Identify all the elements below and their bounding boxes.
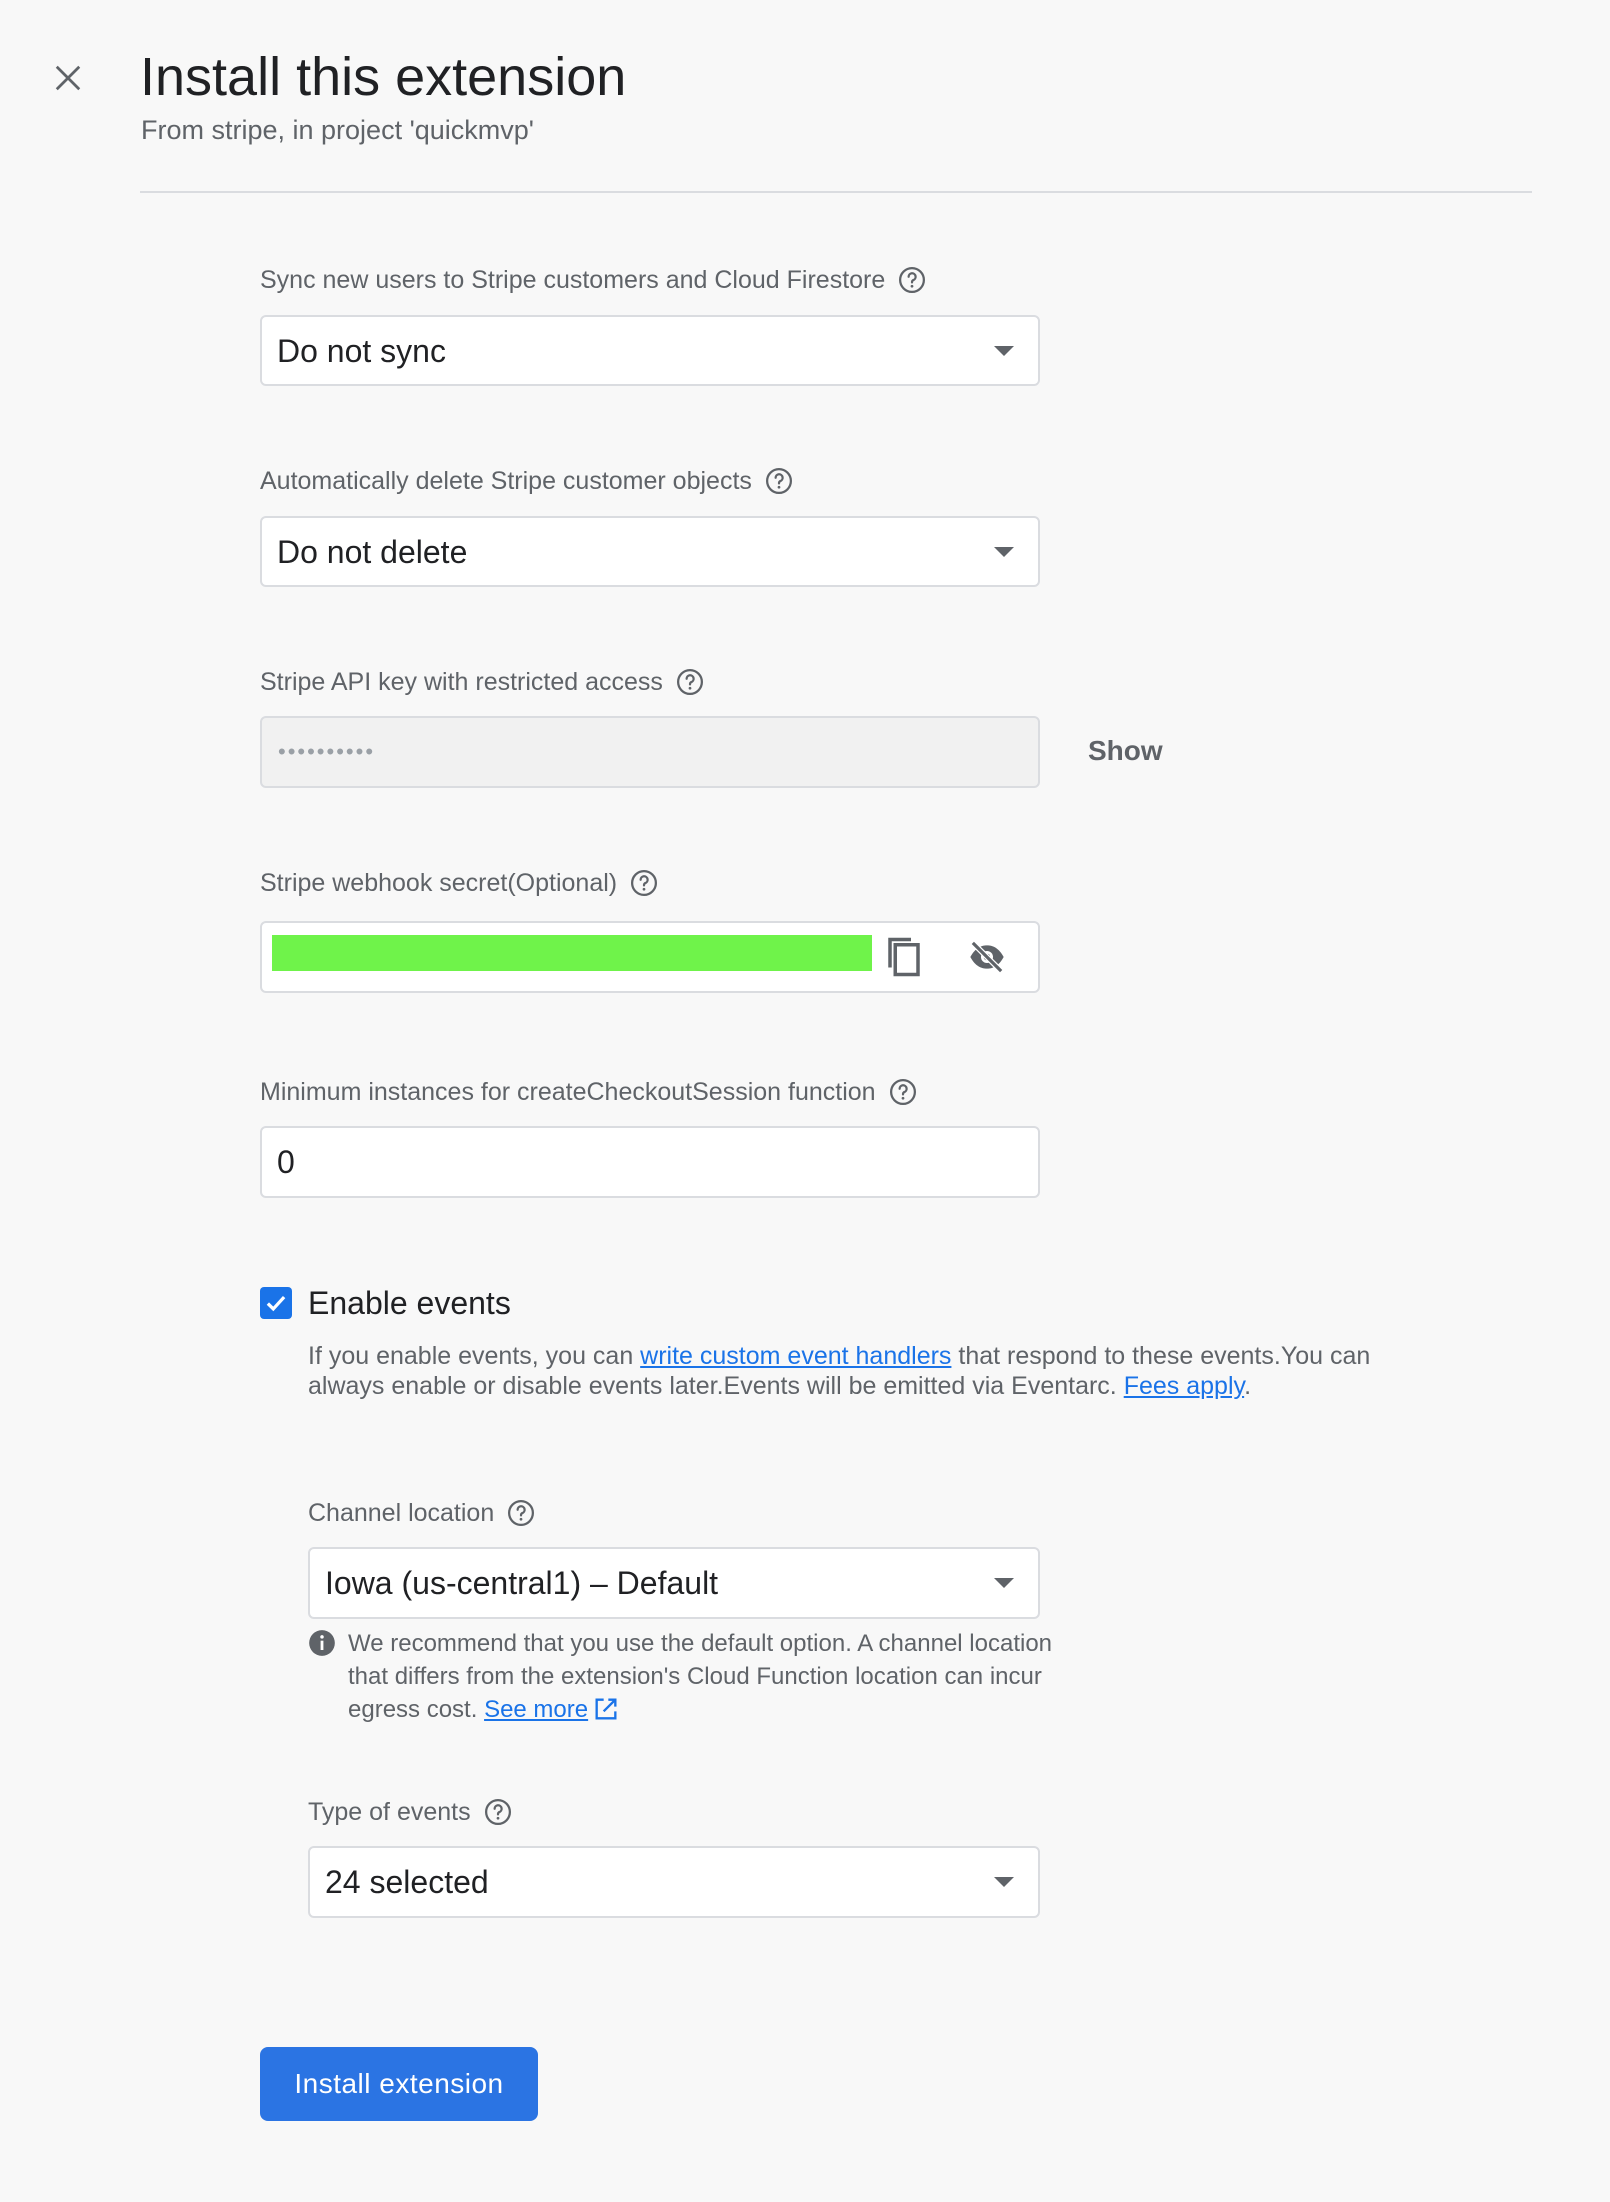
page-title: Install this extension xyxy=(140,47,627,107)
chevron-down-icon xyxy=(994,1877,1014,1887)
open-in-new-icon[interactable] xyxy=(592,1695,620,1723)
chevron-down-icon xyxy=(994,345,1014,356)
help-icon[interactable] xyxy=(483,1797,513,1827)
channel-location-hint: We recommend that you use the default op… xyxy=(308,1627,1068,1726)
sync-users-select[interactable]: Do not sync xyxy=(260,315,1040,386)
enable-events-checkbox[interactable] xyxy=(260,1287,292,1319)
close-icon xyxy=(55,65,81,91)
channel-location-hint-text: We recommend that you use the default op… xyxy=(348,1630,1053,1723)
close-button[interactable] xyxy=(46,56,90,100)
sync-users-label-text: Sync new users to Stripe customers and C… xyxy=(260,266,886,294)
copy-button[interactable] xyxy=(882,933,926,981)
fees-apply-link[interactable]: Fees apply xyxy=(1124,1372,1244,1400)
copy-icon xyxy=(888,937,920,977)
help-icon[interactable] xyxy=(764,466,794,496)
delete-customers-value: Do not delete xyxy=(277,533,468,570)
sync-users-label: Sync new users to Stripe customers and C… xyxy=(260,263,927,297)
events-desc-prefix: If you enable events, you can xyxy=(308,1342,641,1370)
webhook-secret-label: Stripe webhook secret(Optional) xyxy=(260,866,659,900)
webhook-secret-input[interactable] xyxy=(260,921,1040,993)
channel-location-label-text: Channel location xyxy=(308,1499,495,1527)
custom-event-handlers-link[interactable]: write custom event handlers xyxy=(640,1342,951,1370)
min-instances-input[interactable]: 0 xyxy=(260,1126,1040,1198)
visibility-off-icon xyxy=(970,940,1004,974)
toggle-visibility-button[interactable] xyxy=(962,933,1012,981)
enable-events-label[interactable]: Enable events xyxy=(308,1283,511,1323)
chevron-down-icon xyxy=(994,546,1014,557)
min-instances-label-text: Minimum instances for createCheckoutSess… xyxy=(260,1078,876,1106)
channel-location-label: Channel location xyxy=(308,1496,536,1530)
enable-events-description: If you enable events, you can write cust… xyxy=(308,1341,1448,1401)
webhook-secret-label-text: Stripe webhook secret(Optional) xyxy=(260,869,618,897)
type-of-events-value: 24 selected xyxy=(325,1864,489,1900)
api-key-label: Stripe API key with restricted access xyxy=(260,665,705,699)
see-more-link[interactable]: See more xyxy=(484,1696,588,1723)
api-key-label-text: Stripe API key with restricted access xyxy=(260,668,663,696)
show-api-key-button[interactable]: Show xyxy=(1088,733,1163,769)
type-of-events-label: Type of events xyxy=(308,1795,513,1829)
help-icon[interactable] xyxy=(675,667,705,697)
help-icon[interactable] xyxy=(629,868,659,898)
install-extension-button[interactable]: Install extension xyxy=(260,2047,538,2121)
check-icon xyxy=(266,1295,286,1312)
api-key-masked-value: •••••••••• xyxy=(278,739,376,764)
help-icon[interactable] xyxy=(888,1077,918,1107)
delete-customers-label: Automatically delete Stripe customer obj… xyxy=(260,464,794,498)
sync-users-value: Do not sync xyxy=(277,332,446,369)
api-key-input[interactable]: •••••••••• xyxy=(260,716,1040,788)
help-icon[interactable] xyxy=(506,1498,536,1528)
min-instances-label: Minimum instances for createCheckoutSess… xyxy=(260,1075,918,1109)
events-desc-suffix: . xyxy=(1244,1372,1252,1400)
delete-customers-select[interactable]: Do not delete xyxy=(260,516,1040,587)
help-icon[interactable] xyxy=(897,265,927,295)
webhook-secret-redacted-value xyxy=(272,935,872,971)
delete-customers-label-text: Automatically delete Stripe customer obj… xyxy=(260,467,752,495)
type-of-events-select[interactable]: 24 selected xyxy=(308,1846,1040,1918)
page-subtitle: From stripe, in project 'quickmvp' xyxy=(141,115,534,145)
header-divider xyxy=(140,191,1532,193)
chevron-down-icon xyxy=(994,1578,1014,1588)
info-icon xyxy=(309,1630,335,1656)
type-of-events-label-text: Type of events xyxy=(308,1798,471,1826)
channel-location-value: Iowa (us-central1) – Default xyxy=(325,1565,719,1601)
min-instances-value: 0 xyxy=(277,1144,295,1180)
channel-location-select[interactable]: Iowa (us-central1) – Default xyxy=(308,1547,1040,1619)
